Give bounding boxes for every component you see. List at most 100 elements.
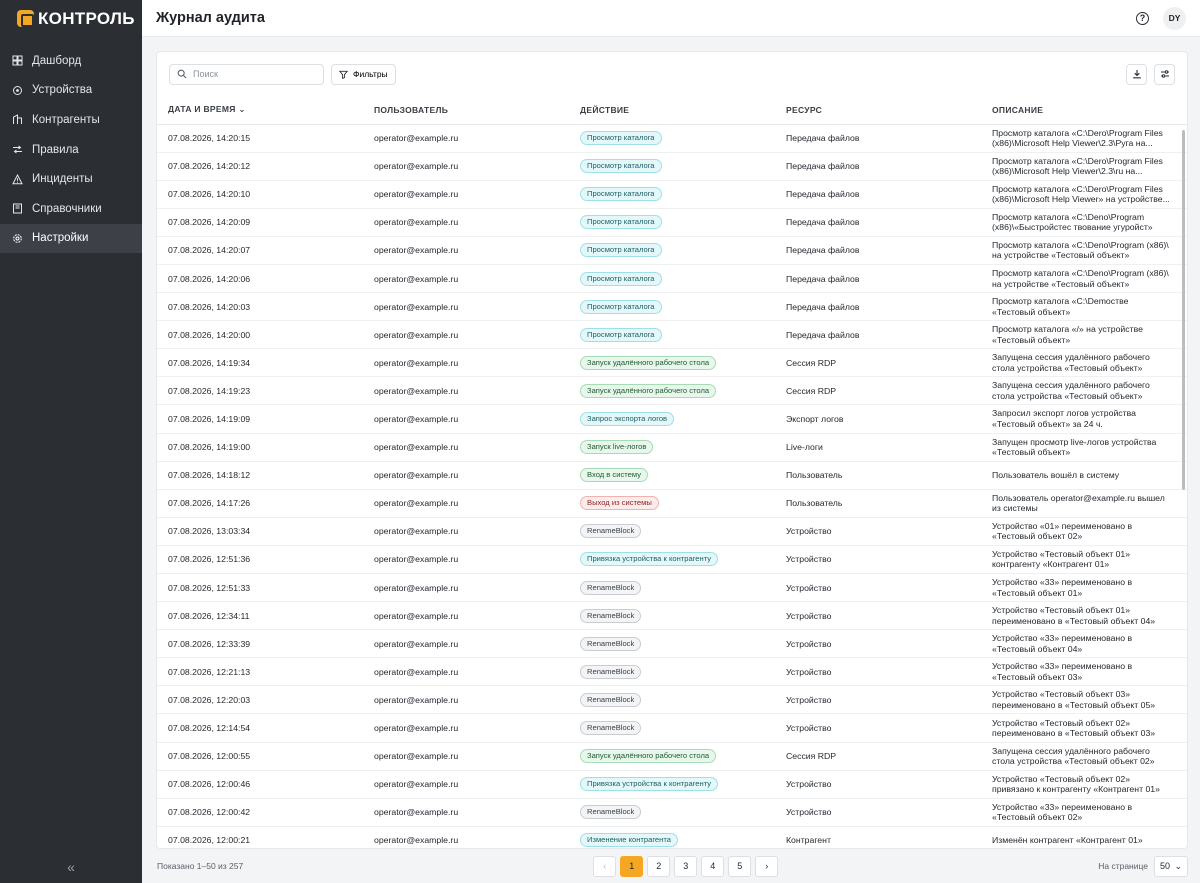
table-row[interactable]: 07.08.2026, 14:20:07 operator@example.ru П… (157, 236, 1187, 265)
column-header-datetime[interactable]: ДАТА И ВРЕМЯ ⌄ (157, 96, 363, 125)
collapse-sidebar-button[interactable]: « (0, 851, 142, 883)
cell-description: Устройство «Тестовый объект 03» переимен… (981, 685, 1187, 715)
column-header-user[interactable]: ПОЛЬЗОВАТЕЛЬ (363, 96, 569, 125)
filters-button[interactable]: Фильтры (331, 63, 396, 85)
table-row[interactable]: 07.08.2026, 12:00:21 operator@example.ru И… (157, 826, 1187, 848)
cell-action: Просмотр каталога (569, 292, 775, 322)
search-box[interactable] (169, 63, 324, 85)
table-row[interactable]: 07.08.2026, 12:20:03 operator@example.ru R… (157, 685, 1187, 715)
cell-resource: Устройство (775, 770, 981, 799)
table-row[interactable]: 07.08.2026, 12:51:33 operator@example.ru R… (157, 573, 1187, 603)
cell-action: RenameBlock (569, 657, 775, 687)
action-badge: Вход в систему (580, 468, 648, 483)
download-icon (1132, 70, 1141, 79)
column-header-action[interactable]: ДЕЙСТВИЕ (569, 96, 775, 125)
table-row[interactable]: 07.08.2026, 14:20:10 operator@example.ru П… (157, 180, 1187, 209)
table-row[interactable]: 07.08.2026, 13:03:34 operator@example.ru R… (157, 517, 1187, 546)
description-text: Устройство «01» переименовано в «Тестовы… (992, 520, 1133, 542)
action-badge: RenameBlock (580, 721, 642, 736)
avatar[interactable]: DY (1163, 6, 1186, 30)
table-row[interactable]: 07.08.2026, 12:00:46 operator@example.ru П… (157, 770, 1187, 799)
table-row[interactable]: 07.08.2026, 12:33:39 operator@example.ru R… (157, 629, 1187, 659)
cell-datetime: 07.08.2026, 12:33:39 (157, 629, 363, 659)
cell-datetime: 07.08.2026, 12:00:42 (157, 798, 363, 827)
table-row[interactable]: 07.08.2026, 14:20:03 operator@example.ru П… (157, 292, 1187, 322)
sidebar-item-rules[interactable]: Правила (0, 135, 142, 165)
cell-action: RenameBlock (569, 685, 775, 715)
column-header-description[interactable]: ОПИСАНИЕ (981, 96, 1187, 125)
table-row[interactable]: 07.08.2026, 14:19:23 operator@example.ru З… (157, 376, 1187, 406)
page-button-5[interactable]: 5 (728, 855, 752, 877)
table-footer: Показано 1–50 из 257 ‹ 1 2 3 4 5 › На странице… (156, 849, 1188, 883)
cell-datetime: 07.08.2026, 12:14:54 (157, 713, 363, 743)
cell-description: Устройство «33» переименовано в «Тестовы… (981, 573, 1187, 603)
table-row[interactable]: 07.08.2026, 14:18:12 operator@example.ru В… (157, 461, 1187, 490)
sidebar-item-dashboard[interactable]: Дашборд (0, 46, 142, 76)
column-header-resource[interactable]: РЕСУРС (775, 96, 981, 125)
table-row[interactable]: 07.08.2026, 14:20:06 operator@example.ru П… (157, 264, 1187, 294)
cell-user: operator@example.ru (363, 826, 569, 848)
gear-icon (12, 233, 23, 244)
action-badge: RenameBlock (580, 805, 642, 820)
cell-datetime: 07.08.2026, 14:20:15 (157, 124, 363, 153)
per-page-select[interactable]: 50 ⌄ (1154, 855, 1188, 877)
action-badge: Изменение контрагента (580, 833, 678, 848)
table-row[interactable]: 07.08.2026, 12:21:13 operator@example.ru R… (157, 657, 1187, 687)
logo[interactable]: КОНТРОЛЬ (0, 0, 142, 37)
table-row[interactable]: 07.08.2026, 12:00:42 operator@example.ru R… (157, 798, 1187, 827)
table-row[interactable]: 07.08.2026, 14:20:00 operator@example.ru П… (157, 320, 1187, 350)
table-row[interactable]: 07.08.2026, 12:34:11 operator@example.ru R… (157, 601, 1187, 631)
help-icon[interactable]: ? (1136, 11, 1149, 25)
table-row[interactable]: 07.08.2026, 14:20:15 operator@example.ru П… (157, 124, 1187, 153)
cell-description: Запущен просмотр live-логов устройства «… (981, 433, 1187, 462)
sidebar-item-devices[interactable]: Устройства (0, 76, 142, 106)
table-row[interactable]: 07.08.2026, 14:20:12 operator@example.ru П… (157, 152, 1187, 181)
search-input[interactable] (193, 69, 313, 79)
cell-datetime: 07.08.2026, 12:51:33 (157, 573, 363, 603)
cell-action: RenameBlock (569, 629, 775, 659)
sidebar-item-gear[interactable]: Настройки (0, 223, 142, 254)
table-row[interactable]: 07.08.2026, 12:14:54 operator@example.ru R… (157, 713, 1187, 743)
description-text: Устройство «Тестовый объект 03» переимен… (992, 689, 1156, 710)
description-text: Просмотр каталога «/» на устройстве «Тес… (992, 324, 1143, 345)
sidebar-item-book[interactable]: Справочники (0, 194, 142, 224)
cell-resource: Передача файлов (775, 152, 981, 181)
next-page-button[interactable]: › (755, 855, 779, 877)
table-row[interactable]: 07.08.2026, 12:51:36 operator@example.ru П… (157, 545, 1187, 575)
table-scrollbar[interactable] (1182, 130, 1185, 490)
table-row[interactable]: 07.08.2026, 14:19:00 operator@example.ru З… (157, 433, 1187, 462)
cell-datetime: 07.08.2026, 12:20:03 (157, 685, 363, 715)
column-settings-button[interactable] (1154, 63, 1175, 85)
logo-icon (17, 10, 34, 27)
page-button-3[interactable]: 3 (674, 855, 698, 877)
sidebar-item-building[interactable]: Контрагенты (0, 105, 142, 135)
page-button-2[interactable]: 2 (647, 855, 671, 877)
export-button[interactable] (1126, 63, 1147, 85)
action-badge: Просмотр каталога (580, 215, 662, 230)
sidebar-item-warning[interactable]: Инциденты (0, 164, 142, 194)
table-row[interactable]: 07.08.2026, 12:00:55 operator@example.ru З… (157, 742, 1187, 771)
cell-user: operator@example.ru (363, 770, 569, 799)
table-row[interactable]: 07.08.2026, 14:19:09 operator@example.ru З… (157, 404, 1187, 434)
page-button-1[interactable]: 1 (620, 855, 644, 877)
cell-user: operator@example.ru (363, 573, 569, 603)
cell-description: Запущена сессия удалённого рабочего стол… (981, 742, 1187, 771)
cell-action: Запуск live-логов (569, 433, 775, 462)
cell-user: operator@example.ru (363, 208, 569, 237)
cell-description: Просмотр каталога «C:\Deno\Program (x86)… (981, 264, 1187, 294)
cell-action: Привязка устройства к контрагенту (569, 770, 775, 799)
per-page-label: На странице (1098, 861, 1148, 871)
prev-page-button[interactable]: ‹ (593, 855, 617, 877)
table-row[interactable]: 07.08.2026, 14:17:26 operator@example.ru В… (157, 489, 1187, 518)
table-row[interactable]: 07.08.2026, 14:20:09 operator@example.ru П… (157, 208, 1187, 237)
cell-user: operator@example.ru (363, 629, 569, 659)
cell-description: Устройство «Тестовый объект 02» привязан… (981, 770, 1187, 799)
page-button-4[interactable]: 4 (701, 855, 725, 877)
cell-user: operator@example.ru (363, 742, 569, 771)
cell-description: Устройство «01» переименовано в «Тестовы… (981, 517, 1187, 546)
cell-description: Просмотр каталога «C:\Dero\Program Files… (981, 180, 1187, 209)
action-badge: Запуск удалённого рабочего стола (580, 749, 717, 764)
action-badge: Выход из системы (580, 496, 659, 511)
cell-user: operator@example.ru (363, 152, 569, 181)
table-row[interactable]: 07.08.2026, 14:19:34 operator@example.ru З… (157, 348, 1187, 378)
